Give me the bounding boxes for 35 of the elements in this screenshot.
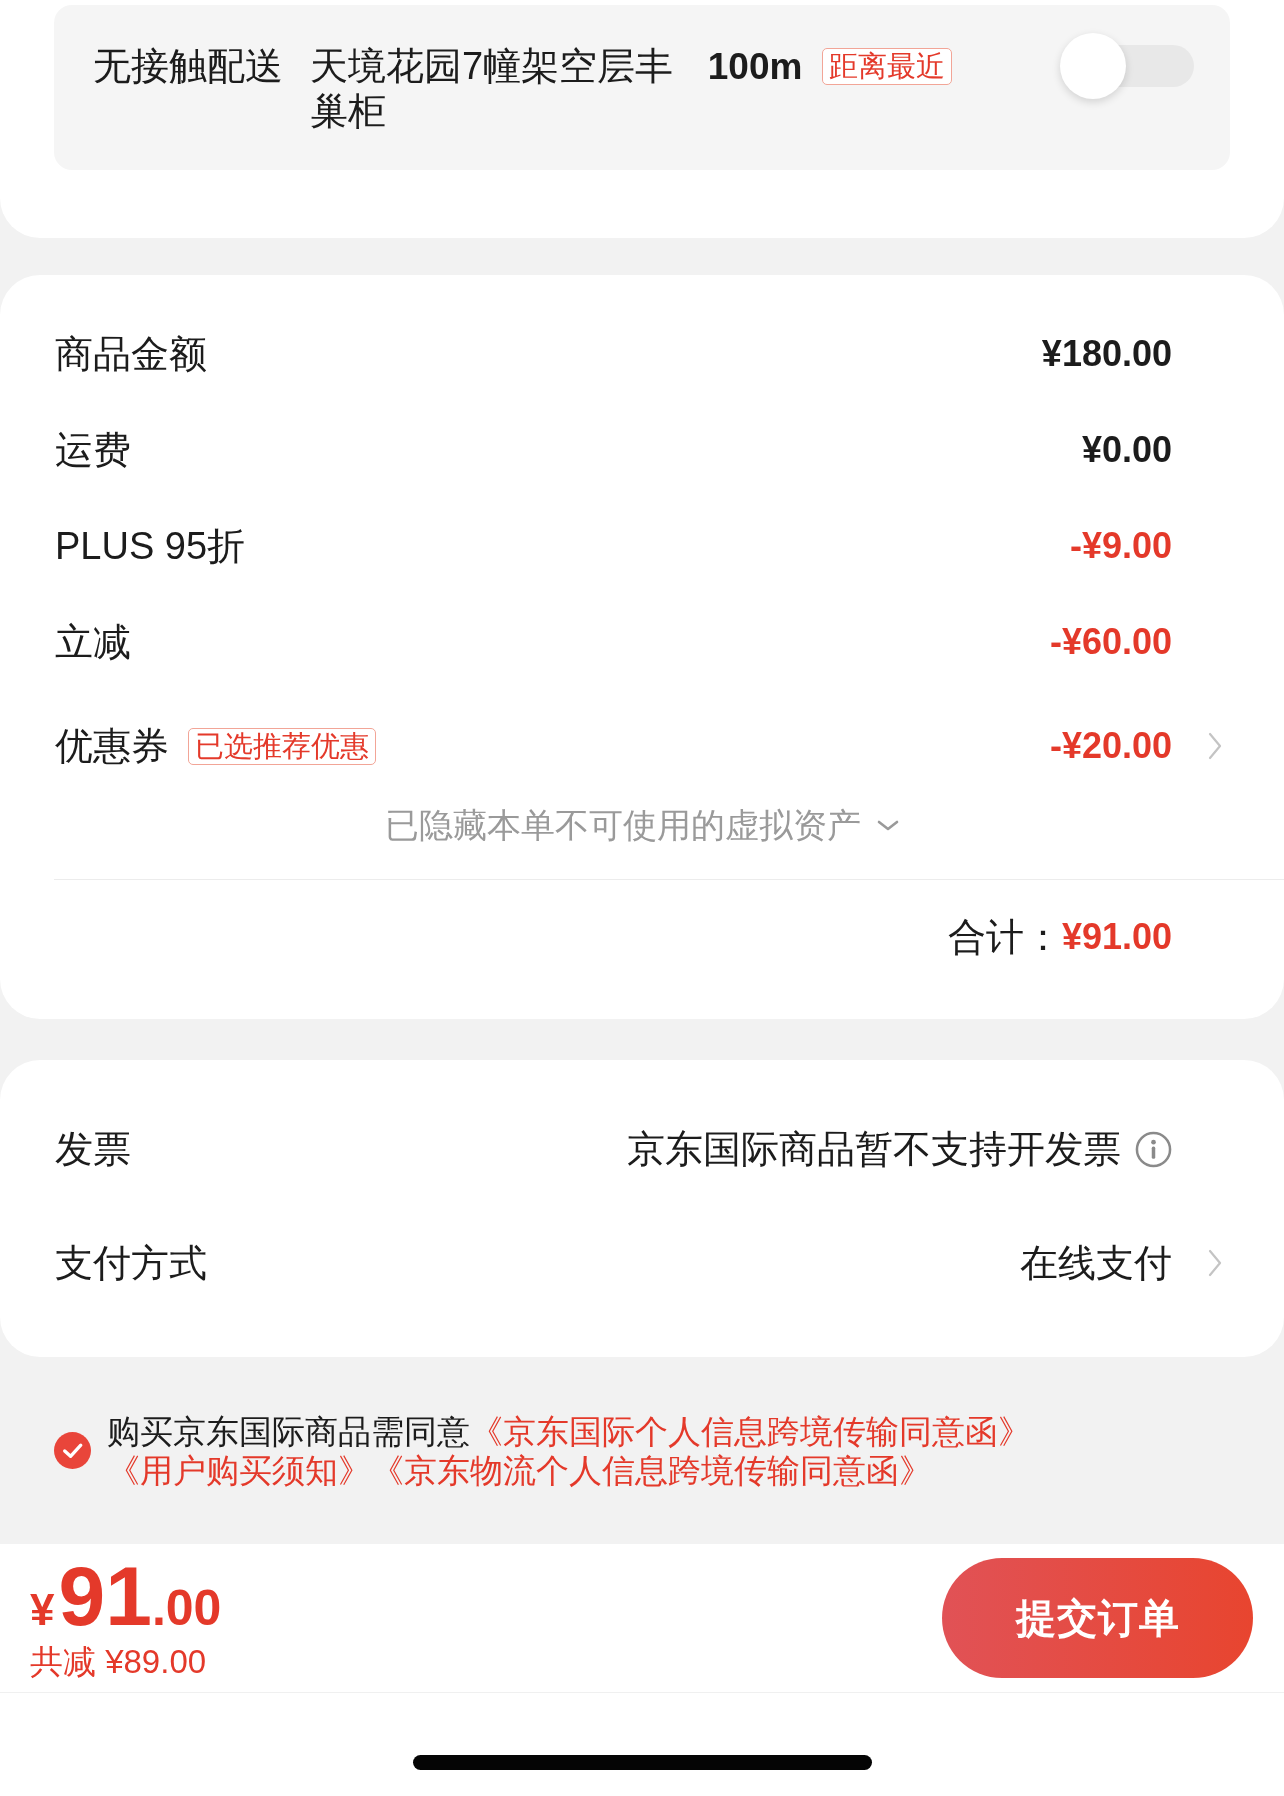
total-price: ¥91.00 [30, 1554, 222, 1638]
agreement-link[interactable]: 《用户购买须知》 [107, 1451, 371, 1489]
amount-value: ¥0.00 [1081, 429, 1172, 471]
total-label: 合计： [947, 914, 1062, 960]
savings-text: 共减 ¥89.00 [30, 1642, 208, 1682]
nearest-tag: 距离最近 [822, 48, 953, 85]
distance-text: 100m [707, 45, 803, 89]
hidden-assets-toggle[interactable]: 已隐藏本单不可使用的虚拟资产 [385, 803, 899, 849]
row-value: 在线支付 [1020, 1240, 1172, 1286]
amount-value: ¥180.00 [1041, 333, 1172, 375]
row-label: 支付方式 [55, 1240, 207, 1286]
row-label: 商品金额 [55, 331, 207, 377]
option-label: 无接触配送 [93, 44, 283, 89]
amount-value: -¥20.00 [1049, 725, 1172, 767]
submit-order-button[interactable]: 提交订单 [942, 1558, 1253, 1678]
amount-value: -¥60.00 [1049, 621, 1172, 663]
toggle-switch[interactable] [1060, 33, 1194, 99]
chevron-right-icon[interactable] [1208, 1249, 1222, 1277]
coupon-tag: 已选推荐优惠 [188, 727, 376, 765]
row-label: 立减 [55, 619, 131, 665]
chevron-down-icon[interactable] [877, 820, 899, 832]
agreement-text: 购买京东国际商品需同意《京东国际个人信息跨境传输同意函》 《用户购买须知》《京东物流个人信息跨境传输同意函》 [107, 1411, 1032, 1490]
chevron-right-icon[interactable] [1208, 732, 1222, 760]
row-label: PLUS 95折 [55, 523, 246, 569]
total-amount: ¥91.00 [1061, 916, 1172, 958]
info-icon[interactable] [1135, 1130, 1172, 1168]
amount-value: -¥9.00 [1069, 525, 1172, 567]
locker-address: 天境花园7幢架空层丰巢柜 [310, 44, 675, 134]
agreement-link[interactable]: 《京东国际个人信息跨境传输同意函》 [470, 1412, 1031, 1450]
row-label: 发票 [55, 1126, 131, 1172]
row-label: 运费 [55, 427, 131, 473]
row-value: 京东国际商品暂不支持开发票 [627, 1126, 1121, 1172]
agreement-link[interactable]: 《京东物流个人信息跨境传输同意函》 [371, 1451, 932, 1489]
agreement-checkbox[interactable] [54, 1432, 91, 1469]
row-label: 优惠券 [55, 723, 169, 769]
